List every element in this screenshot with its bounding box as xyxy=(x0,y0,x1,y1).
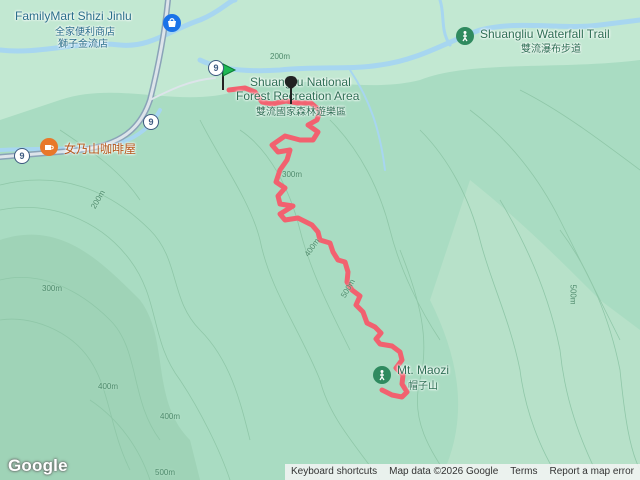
familymart-label[interactable]: FamilyMart Shizi Jinlu xyxy=(15,9,132,23)
contour-label: 400m xyxy=(160,412,181,421)
mt-maozi-label-zh: 帽子山 xyxy=(408,381,438,392)
contour-label: 400m xyxy=(98,382,119,391)
keyboard-shortcuts-link[interactable]: Keyboard shortcuts xyxy=(285,464,383,480)
mt-maozi-label[interactable]: Mt. Maozi xyxy=(397,363,449,377)
map-data-text: Map data ©2026 Google xyxy=(389,466,499,477)
contour-label: 300m xyxy=(282,170,303,179)
road-shield-9: 9 xyxy=(14,148,30,164)
waterfall-trail-label[interactable]: Shuangliu Waterfall Trail xyxy=(480,27,610,41)
waterfall-trail-label-zh: 雙流瀑布步道 xyxy=(521,44,581,55)
track-end-pin-icon[interactable] xyxy=(283,75,301,105)
familymart-label-zh-branch: 獅子金流店 xyxy=(58,39,108,50)
google-logo[interactable]: Google xyxy=(8,456,68,476)
hiking-trail-icon[interactable] xyxy=(456,27,474,45)
convenience-store-icon[interactable] xyxy=(163,14,181,32)
contour-label: 500m xyxy=(155,468,176,477)
mountain-peak-icon[interactable] xyxy=(373,366,391,384)
contour-label: 300m xyxy=(42,284,63,293)
cafe-label[interactable]: 女乃山咖啡屋 xyxy=(64,140,136,157)
report-map-error-link[interactable]: Report a map error xyxy=(544,464,640,480)
road-shield-9: 9 xyxy=(208,60,224,76)
terms-link[interactable]: Terms xyxy=(504,464,543,480)
map-attribution-bar: Keyboard shortcuts Map data ©2026 Google… xyxy=(284,464,640,480)
road-shield-9: 9 xyxy=(143,114,159,130)
cafe-icon[interactable] xyxy=(40,138,58,156)
contour-label: 200m xyxy=(270,52,291,61)
recreation-area-label-zh: 雙流國家森林遊樂區 xyxy=(256,107,346,118)
contour-label: 500m xyxy=(568,284,578,305)
